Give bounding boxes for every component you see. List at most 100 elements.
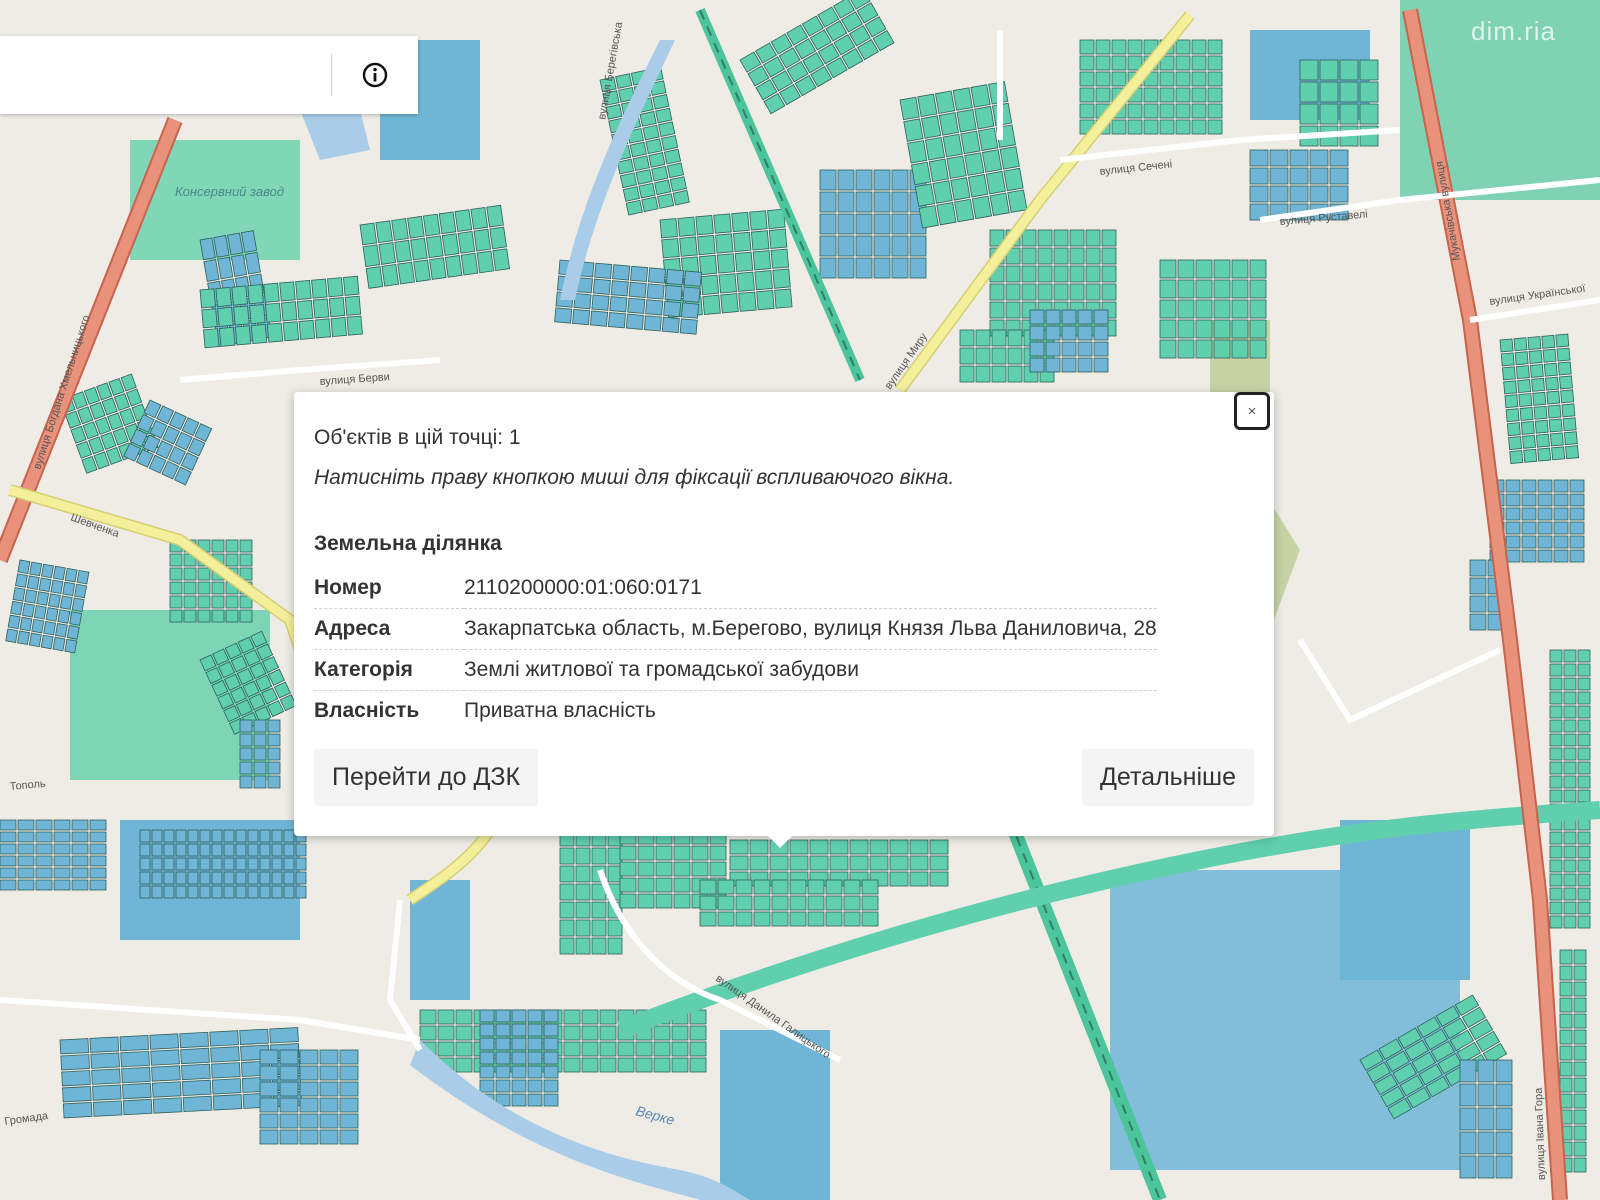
land-parcel[interactable]: [917, 93, 938, 118]
land-parcel[interactable]: [627, 297, 646, 314]
land-parcel[interactable]: [837, 191, 855, 213]
land-parcel[interactable]: [1319, 103, 1339, 125]
land-parcel[interactable]: [1329, 185, 1349, 203]
land-parcel[interactable]: [954, 198, 975, 223]
land-parcel[interactable]: [279, 1065, 299, 1081]
land-parcel[interactable]: [197, 567, 211, 581]
land-parcel[interactable]: [1563, 859, 1577, 873]
land-parcel[interactable]: [299, 1065, 319, 1081]
land-parcel[interactable]: [1577, 761, 1591, 775]
land-parcel[interactable]: [35, 867, 53, 879]
land-parcel[interactable]: [918, 205, 939, 229]
land-parcel[interactable]: [218, 326, 236, 347]
land-parcel[interactable]: [661, 316, 680, 334]
land-parcel[interactable]: [359, 222, 378, 246]
land-parcel[interactable]: [1520, 420, 1535, 435]
land-parcel[interactable]: [819, 191, 837, 213]
land-parcel[interactable]: [869, 855, 889, 871]
land-parcel[interactable]: [717, 911, 735, 927]
land-parcel[interactable]: [1521, 521, 1537, 535]
land-parcel[interactable]: [807, 895, 825, 911]
land-parcel[interactable]: [283, 871, 295, 885]
land-parcel[interactable]: [1533, 405, 1548, 420]
land-parcel[interactable]: [203, 328, 220, 349]
land-parcel[interactable]: [279, 1113, 299, 1129]
land-parcel[interactable]: [942, 133, 963, 158]
land-parcel[interactable]: [1569, 521, 1585, 535]
land-parcel[interactable]: [1577, 915, 1591, 929]
land-parcel[interactable]: [1085, 283, 1101, 301]
land-parcel[interactable]: [476, 250, 495, 274]
land-parcel[interactable]: [637, 861, 655, 877]
land-parcel[interactable]: [1093, 357, 1109, 373]
land-parcel[interactable]: [1505, 507, 1521, 521]
land-parcel[interactable]: [344, 295, 362, 316]
land-parcel[interactable]: [225, 609, 239, 623]
land-parcel[interactable]: [1111, 39, 1127, 55]
land-parcel[interactable]: [71, 867, 89, 879]
land-parcel[interactable]: [1577, 677, 1591, 691]
land-parcel[interactable]: [1500, 352, 1515, 367]
land-parcel[interactable]: [855, 235, 873, 257]
land-parcel[interactable]: [715, 233, 734, 254]
land-parcel[interactable]: [637, 893, 655, 909]
land-parcel[interactable]: [28, 632, 42, 648]
land-parcel[interactable]: [175, 885, 187, 899]
land-parcel[interactable]: [211, 871, 223, 885]
land-parcel[interactable]: [1563, 901, 1577, 915]
land-parcel[interactable]: [235, 829, 247, 843]
land-parcel[interactable]: [62, 581, 76, 597]
land-parcel[interactable]: [62, 1102, 93, 1119]
land-parcel[interactable]: [713, 213, 732, 234]
land-parcel[interactable]: [1549, 733, 1563, 747]
land-parcel[interactable]: [199, 829, 211, 843]
land-parcel[interactable]: [31, 618, 45, 634]
land-parcel[interactable]: [7, 614, 21, 630]
land-parcel[interactable]: [71, 855, 89, 867]
land-parcel[interactable]: [1577, 873, 1591, 887]
land-parcel[interactable]: [771, 879, 789, 895]
land-parcel[interactable]: [959, 347, 975, 365]
land-parcel[interactable]: [1517, 379, 1532, 394]
land-parcel[interactable]: [479, 1065, 495, 1079]
land-parcel[interactable]: [843, 911, 861, 927]
land-parcel[interactable]: [247, 885, 259, 899]
land-parcel[interactable]: [1559, 1045, 1573, 1061]
land-parcel[interactable]: [1249, 339, 1267, 359]
land-parcel[interactable]: [17, 867, 35, 879]
land-parcel[interactable]: [682, 286, 701, 303]
land-parcel[interactable]: [339, 1049, 359, 1065]
land-parcel[interactable]: [375, 220, 393, 244]
land-parcel[interactable]: [929, 871, 949, 887]
land-parcel[interactable]: [183, 595, 197, 609]
land-parcel[interactable]: [974, 105, 995, 130]
land-parcel[interactable]: [299, 1049, 319, 1065]
land-parcel[interactable]: [1459, 1155, 1477, 1179]
land-parcel[interactable]: [283, 857, 295, 871]
land-parcel[interactable]: [253, 761, 267, 775]
land-parcel[interactable]: [1095, 55, 1111, 71]
land-parcel[interactable]: [1577, 901, 1591, 915]
land-parcel[interactable]: [1231, 339, 1249, 359]
land-parcel[interactable]: [183, 567, 197, 581]
land-parcel[interactable]: [772, 268, 791, 289]
land-parcel[interactable]: [175, 829, 187, 843]
land-parcel[interactable]: [581, 1009, 599, 1025]
land-parcel[interactable]: [259, 1081, 279, 1097]
land-parcel[interactable]: [735, 879, 753, 895]
land-parcel[interactable]: [17, 819, 35, 831]
land-parcel[interactable]: [1569, 535, 1585, 549]
land-parcel[interactable]: [825, 879, 843, 895]
land-parcel[interactable]: [1563, 873, 1577, 887]
land-parcel[interactable]: [1532, 391, 1547, 406]
land-parcel[interactable]: [967, 174, 989, 198]
land-parcel[interactable]: [495, 1079, 511, 1093]
land-parcel[interactable]: [789, 895, 807, 911]
land-parcel[interactable]: [197, 581, 211, 595]
land-parcel[interactable]: [1549, 845, 1563, 859]
land-parcel[interactable]: [1531, 377, 1545, 392]
land-parcel[interactable]: [1093, 325, 1109, 341]
land-parcel[interactable]: [1127, 103, 1143, 119]
land-parcel[interactable]: [1573, 1077, 1587, 1093]
land-parcel[interactable]: [736, 271, 755, 292]
